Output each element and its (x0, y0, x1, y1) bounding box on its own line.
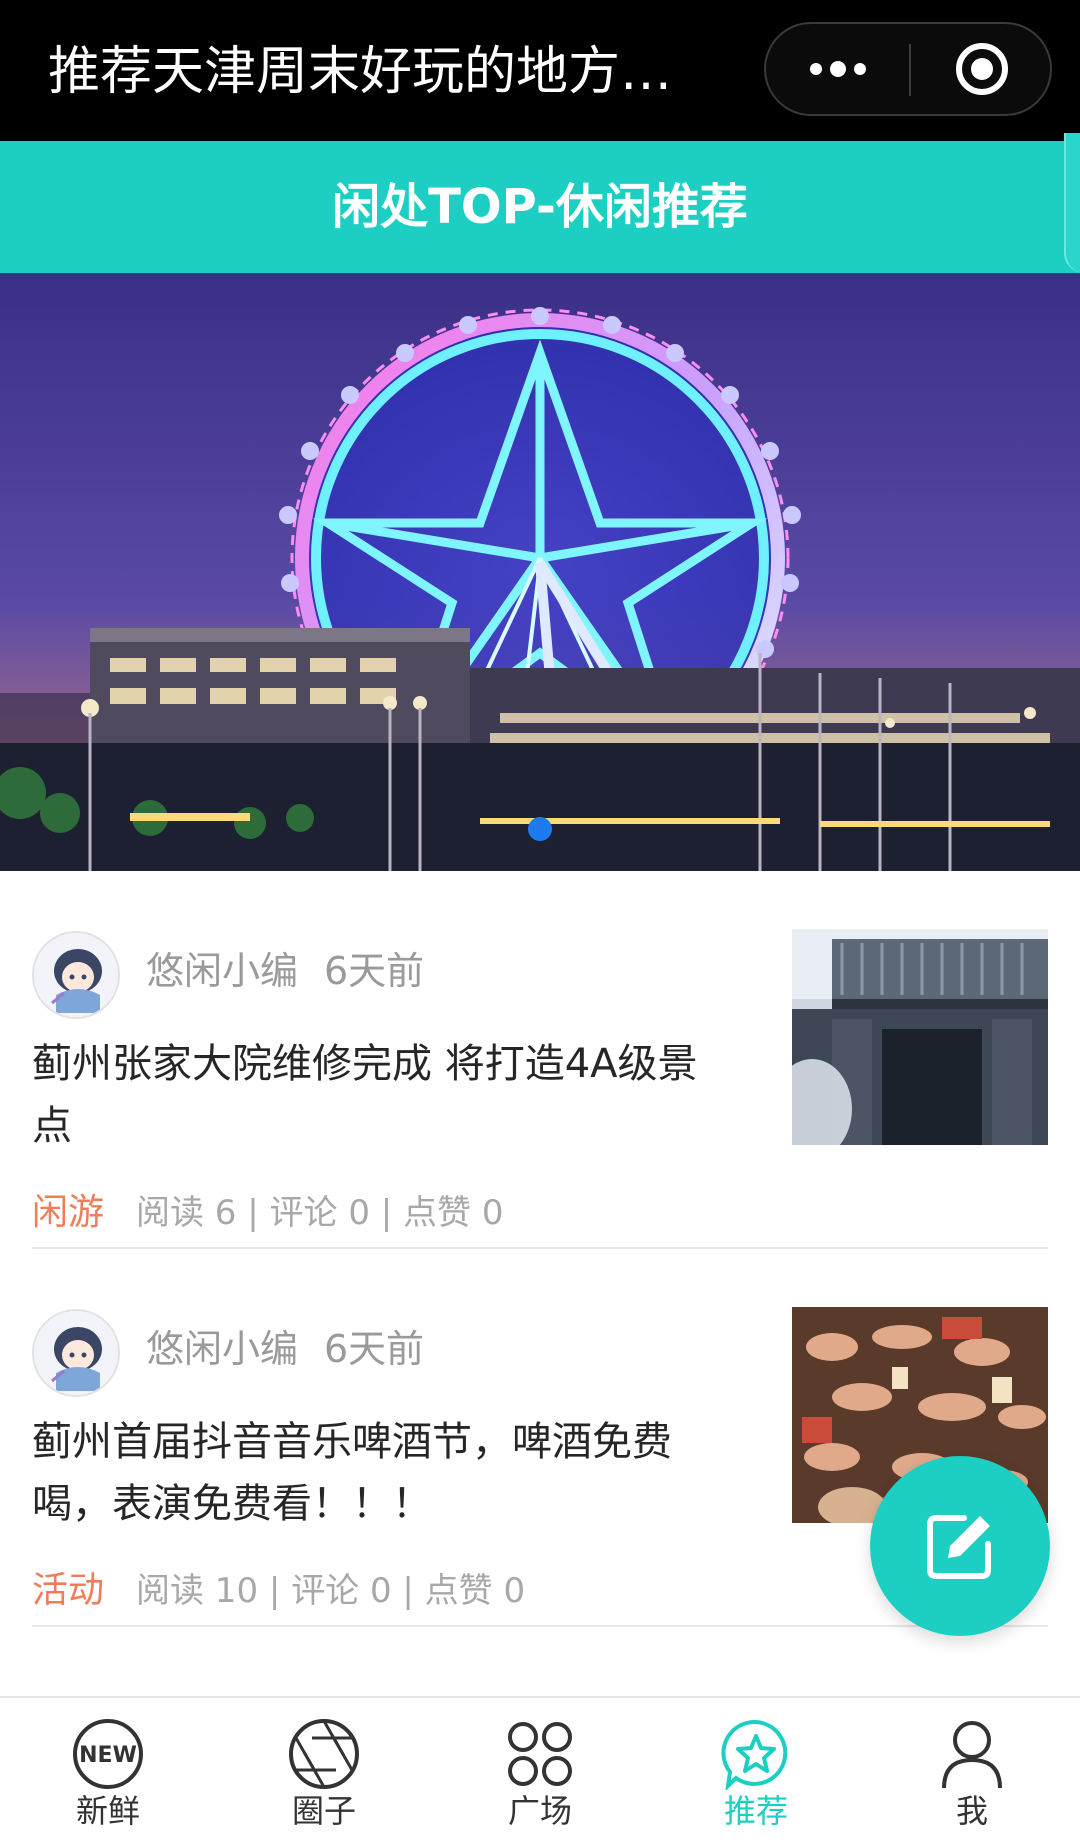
avatar[interactable] (32, 1309, 120, 1397)
menu-capsule (764, 22, 1052, 116)
anime-avatar-icon (34, 1311, 118, 1395)
article-title[interactable]: 蓟州首届抖音音乐啤酒节，啤酒免费喝，表演免费看！！！ (32, 1411, 732, 1535)
app-screen: 推荐天津周末好玩的地方… 闲处TOP-休闲推荐 悠闲小编 6天前 蓟州张家大院维… (0, 0, 1080, 1844)
bottom-tab-bar: NEW 新鲜 圈子 广场 推荐 我 (0, 1696, 1080, 1844)
category-tag[interactable]: 活动 (32, 1567, 104, 1615)
edit-icon (927, 1515, 991, 1579)
tab-recommend[interactable]: 推荐 (648, 1698, 864, 1844)
window-title: 推荐天津周末好玩的地方… (48, 42, 673, 102)
new-badge-icon: NEW (73, 1719, 143, 1789)
tab-label: 圈子 (291, 1792, 356, 1830)
tab-label: 广场 (507, 1792, 572, 1830)
avatar[interactable] (32, 931, 120, 1019)
star-chat-icon (721, 1719, 788, 1790)
page-title: 闲处TOP-休闲推荐 (332, 179, 748, 235)
side-drawer-handle[interactable] (1064, 133, 1080, 273)
aperture-icon (289, 1719, 359, 1789)
article-stats: 阅读 10 | 评论 0 | 点赞 0 (136, 1571, 526, 1611)
tab-square[interactable]: 广场 (432, 1698, 648, 1844)
svg-text:NEW: NEW (79, 1743, 137, 1768)
post-time: 6天前 (324, 949, 425, 993)
category-tag[interactable]: 闲游 (32, 1189, 104, 1237)
page-header: 闲处TOP-休闲推荐 (0, 133, 1080, 273)
person-icon (942, 1721, 1002, 1789)
title-bar: 推荐天津周末好玩的地方… (0, 0, 1080, 141)
target-close-icon (955, 43, 1008, 95)
tab-label: 我 (955, 1792, 988, 1830)
article-stats: 阅读 6 | 评论 0 | 点赞 0 (136, 1193, 504, 1233)
more-dots-icon (809, 61, 866, 77)
tab-label: 新鲜 (75, 1792, 140, 1830)
post-time: 6天前 (324, 1327, 425, 1371)
author-name[interactable]: 悠闲小编 (146, 1325, 298, 1373)
author-name[interactable]: 悠闲小编 (146, 947, 298, 995)
close-button[interactable] (911, 24, 1052, 114)
tab-me[interactable]: 我 (864, 1698, 1080, 1844)
more-button[interactable] (766, 24, 909, 114)
carousel-indicator (0, 817, 1080, 841)
tab-label: 推荐 (723, 1792, 788, 1830)
compose-button[interactable] (870, 1456, 1050, 1636)
ferris-wheel-photo (0, 273, 1080, 871)
carousel-dot-active[interactable] (528, 817, 552, 841)
article-card[interactable]: 悠闲小编 6天前 蓟州张家大院维修完成 将打造4A级景点 闲游 阅读 6 | 评… (32, 871, 1048, 1249)
courtyard-gate-photo (792, 929, 1048, 1145)
tab-circle[interactable]: 圈子 (216, 1698, 432, 1844)
anime-avatar-icon (34, 933, 118, 1017)
grid-circles-icon (508, 1722, 572, 1786)
tab-new[interactable]: NEW 新鲜 (0, 1698, 216, 1844)
article-thumbnail[interactable] (792, 929, 1048, 1145)
article-title[interactable]: 蓟州张家大院维修完成 将打造4A级景点 (32, 1033, 732, 1157)
banner-carousel[interactable] (0, 273, 1080, 871)
